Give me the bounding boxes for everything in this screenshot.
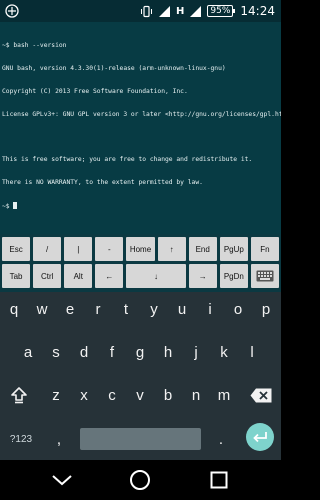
status-icons: H 95% 14:24 — [140, 0, 275, 22]
key-g[interactable]: g — [126, 337, 154, 367]
back-button[interactable] — [50, 468, 74, 492]
up-arrow-key[interactable]: ↑ — [157, 237, 186, 261]
status-bar: H 95% 14:24 — [0, 0, 281, 22]
key-s[interactable]: s — [42, 337, 70, 367]
key-p[interactable]: p — [252, 294, 280, 324]
key-d[interactable]: d — [70, 337, 98, 367]
key-k[interactable]: k — [210, 337, 238, 367]
recents-button[interactable] — [207, 468, 231, 492]
key-z[interactable]: z — [42, 380, 70, 410]
terminal-cursor — [13, 201, 18, 209]
dash-key[interactable]: - — [95, 237, 124, 261]
key-x[interactable]: x — [70, 380, 98, 410]
enter-icon — [253, 432, 267, 443]
key-r[interactable]: r — [84, 294, 112, 324]
battery-level: 95% — [210, 6, 231, 16]
terminal-line: ~$ bash --version — [2, 42, 67, 50]
keyboard-icon — [256, 270, 274, 282]
alt-key[interactable]: Alt — [64, 264, 93, 288]
key-m[interactable]: m — [210, 380, 238, 410]
symbols-key[interactable]: ?123 — [2, 424, 40, 454]
key-q[interactable]: q — [0, 294, 28, 324]
key-n[interactable]: n — [182, 380, 210, 410]
terminal-line: Copyright (C) 2013 Free Software Foundat… — [2, 87, 188, 95]
key-j[interactable]: j — [182, 337, 210, 367]
right-arrow-key[interactable]: → — [188, 264, 217, 288]
terminal-prompt: ~$ — [2, 202, 14, 210]
key-t[interactable]: t — [112, 294, 140, 324]
shift-key[interactable] — [2, 380, 36, 410]
enter-key[interactable] — [246, 423, 274, 451]
keyboard-toggle-key[interactable] — [250, 264, 279, 288]
key-l[interactable]: l — [238, 337, 266, 367]
down-arrow-key[interactable]: ↓ — [126, 264, 186, 288]
pipe-key[interactable]: | — [64, 237, 93, 261]
period-key[interactable]: . — [208, 424, 234, 454]
key-c[interactable]: c — [98, 380, 126, 410]
signal-icon — [190, 5, 202, 17]
fn-key[interactable]: Fn — [250, 237, 279, 261]
clock: 14:24 — [240, 4, 275, 18]
slash-key[interactable]: / — [33, 237, 62, 261]
key-f[interactable]: f — [98, 337, 126, 367]
terminal-output[interactable]: ~$ bash --version GNU bash, version 4.3.… — [0, 22, 281, 234]
shift-icon — [11, 387, 27, 404]
spacebar[interactable] — [80, 428, 201, 450]
key-i[interactable]: i — [196, 294, 224, 324]
esc-key[interactable]: Esc — [2, 237, 31, 261]
backspace-key[interactable] — [244, 380, 278, 410]
backspace-icon — [250, 388, 272, 402]
key-w[interactable]: w — [28, 294, 56, 324]
terminal-line: License GPLv3+: GNU GPL version 3 or lat… — [2, 110, 281, 118]
vibrate-icon — [141, 5, 153, 17]
pgdn-key[interactable]: PgDn — [219, 264, 248, 288]
home-circle-icon — [130, 470, 150, 490]
signal-icon — [159, 5, 171, 17]
extra-keys-bar: Esc / | - Home ↑ End PgUp Fn Tab Ctrl Al… — [0, 234, 281, 292]
key-a[interactable]: a — [14, 337, 42, 367]
key-u[interactable]: u — [168, 294, 196, 324]
end-key[interactable]: End — [188, 237, 217, 261]
chevron-down-icon — [52, 475, 72, 486]
key-y[interactable]: y — [140, 294, 168, 324]
key-e[interactable]: e — [56, 294, 84, 324]
comma-key[interactable]: , — [46, 424, 72, 454]
home-key[interactable]: Home — [126, 237, 155, 261]
terminal-line: GNU bash, version 4.3.30(1)-release (arm… — [2, 64, 226, 72]
keyboard-row-2: a s d f g h j k l — [0, 337, 281, 367]
keyboard-row-1: q w e r t y u i o p — [0, 294, 281, 324]
terminal-line: This is free software; you are free to c… — [2, 156, 253, 164]
tab-key[interactable]: Tab — [2, 264, 31, 288]
home-button[interactable] — [128, 468, 152, 492]
soft-keyboard: q w e r t y u i o p a s d f g h j k l z … — [0, 292, 281, 460]
key-h[interactable]: h — [154, 337, 182, 367]
key-o[interactable]: o — [224, 294, 252, 324]
terminal-line: There is NO WARRANTY, to the extent perm… — [2, 178, 203, 186]
network-type-label: H — [176, 5, 185, 17]
key-v[interactable]: v — [126, 380, 154, 410]
termux-notification-icon — [5, 4, 19, 18]
left-arrow-key[interactable]: ← — [95, 264, 124, 288]
battery-indicator: 95% — [207, 5, 236, 17]
terminal-prompt-line: ~$ — [2, 201, 279, 210]
keyboard-row-3: z x c v b n m — [0, 380, 281, 410]
navigation-bar — [0, 460, 281, 500]
ctrl-key[interactable]: Ctrl — [33, 264, 62, 288]
key-b[interactable]: b — [154, 380, 182, 410]
recents-square-icon — [210, 471, 228, 489]
pgup-key[interactable]: PgUp — [219, 237, 248, 261]
